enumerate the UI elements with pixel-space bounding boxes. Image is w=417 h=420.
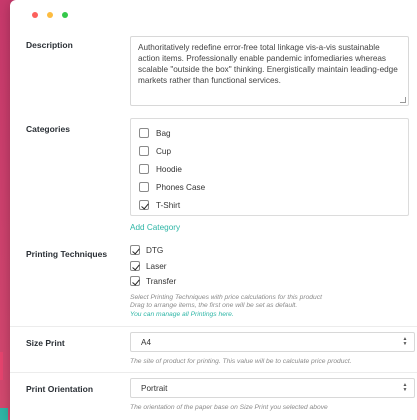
size-print-select[interactable]: A4 ▲ ▼: [130, 332, 415, 352]
background-accent-stripe: [0, 352, 3, 380]
checkbox-transfer[interactable]: [130, 276, 140, 286]
technique-label: Laser: [146, 261, 167, 271]
checkbox-hoodie[interactable]: [139, 164, 149, 174]
select-arrows-icon: ▲ ▼: [402, 382, 408, 393]
category-item-cup[interactable]: Cup: [139, 145, 171, 157]
category-label: Phones Case: [156, 182, 206, 192]
category-label: Hoodie: [156, 164, 182, 174]
size-print-help: The site of product for printing. This v…: [130, 358, 352, 365]
technique-item-dtg[interactable]: DTG: [130, 245, 163, 255]
categories-label: Categories: [26, 124, 70, 134]
print-orientation-help: The orientation of the paper base on Siz…: [130, 404, 328, 411]
category-label: T-Shirt: [156, 200, 181, 210]
description-textarea[interactable]: Authoritatively redefine error-free tota…: [130, 36, 409, 106]
resize-handle-icon[interactable]: [400, 97, 406, 103]
technique-item-laser[interactable]: Laser: [130, 261, 166, 271]
checkbox-t-shirt[interactable]: [139, 200, 149, 210]
add-category-link[interactable]: Add Category: [130, 223, 180, 232]
app-window: Description Authoritatively redefine err…: [10, 0, 417, 420]
maximize-window-button[interactable]: [62, 12, 68, 18]
technique-item-transfer[interactable]: Transfer: [130, 276, 176, 286]
category-item-bag[interactable]: Bag: [139, 127, 171, 139]
category-item-phones-case[interactable]: Phones Case: [139, 181, 205, 193]
section-divider: [10, 372, 417, 373]
manage-printings-link[interactable]: You can manage all Printings here.: [130, 311, 234, 318]
print-orientation-value: Portrait: [141, 383, 168, 393]
close-window-button[interactable]: [32, 12, 38, 18]
minimize-window-button[interactable]: [47, 12, 53, 18]
category-item-t-shirt[interactable]: T-Shirt: [139, 199, 180, 211]
print-orientation-select[interactable]: Portrait ▲ ▼: [130, 378, 415, 398]
category-label: Bag: [156, 128, 171, 138]
description-label: Description: [26, 40, 73, 50]
checkbox-cup[interactable]: [139, 146, 149, 156]
technique-label: Transfer: [146, 276, 177, 286]
background-accent-block: [0, 408, 8, 420]
title-bar: [10, 0, 417, 24]
technique-label: DTG: [146, 245, 164, 255]
print-orientation-label: Print Orientation: [26, 384, 94, 394]
category-item-hoodie[interactable]: Hoodie: [139, 163, 182, 175]
description-text: Authoritatively redefine error-free tota…: [138, 43, 398, 86]
categories-list: Bag Cup Hoodie Phones Case T-Shirt: [130, 118, 409, 216]
size-print-label: Size Print: [26, 338, 65, 348]
size-print-value: A4: [141, 337, 152, 347]
category-label: Cup: [156, 146, 172, 156]
section-divider: [10, 326, 417, 327]
checkbox-bag[interactable]: [139, 128, 149, 138]
techniques-help-line2: Drag to arrange items, the first one wil…: [130, 302, 298, 309]
checkbox-laser[interactable]: [130, 261, 140, 271]
select-arrows-icon: ▲ ▼: [402, 336, 408, 347]
checkbox-dtg[interactable]: [130, 245, 140, 255]
checkbox-phones-case[interactable]: [139, 182, 149, 192]
printing-techniques-label: Printing Techniques: [26, 249, 108, 259]
